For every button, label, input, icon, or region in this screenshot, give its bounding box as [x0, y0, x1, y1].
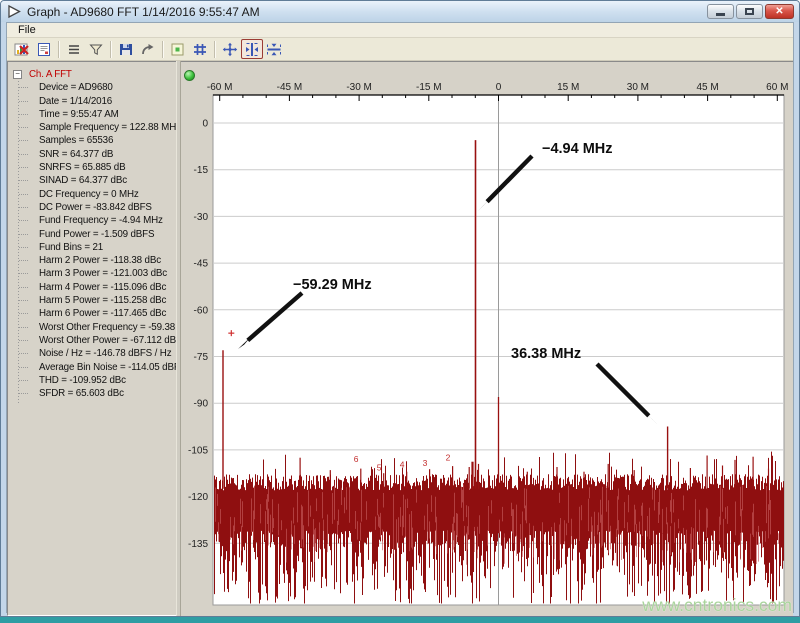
tree-item[interactable]: Samples = 65536	[8, 134, 176, 147]
svg-text:6: 6	[354, 454, 359, 464]
app-window: Graph - AD9680 FFT 1/14/2016 9:55:47 AM …	[0, 0, 800, 617]
minimize-icon	[716, 13, 725, 16]
collapse-icon[interactable]: −	[13, 70, 22, 79]
toolbar-button-grid-icon[interactable]	[189, 39, 211, 59]
toolbar-separator	[58, 41, 60, 58]
svg-text:-45: -45	[194, 259, 209, 270]
svg-text:0: 0	[496, 82, 502, 93]
toolbar	[7, 38, 793, 61]
svg-text:-15 M: -15 M	[416, 82, 442, 93]
tree-item[interactable]: Harm 6 Power = -117.465 dBc	[8, 307, 176, 320]
svg-text:-120: -120	[188, 492, 208, 503]
maximize-button[interactable]	[736, 4, 763, 19]
close-icon: ✕	[775, 6, 783, 17]
toolbar-separator	[214, 41, 216, 58]
tree-item[interactable]: Date = 1/14/2016	[8, 95, 176, 108]
tree-item[interactable]: Time = 9:55:47 AM	[8, 108, 176, 121]
svg-text:0: 0	[202, 119, 208, 130]
svg-text:3: 3	[423, 458, 428, 468]
svg-text:-30 M: -30 M	[346, 82, 372, 93]
toolbar-separator	[162, 41, 164, 58]
window-title: Graph - AD9680 FFT 1/14/2016 9:55:47 AM	[27, 5, 260, 19]
menu-bar: File	[7, 23, 793, 38]
tree-root-label: Ch. A FFT	[29, 69, 72, 80]
tree-item[interactable]: Harm 5 Power = -115.258 dBc	[8, 294, 176, 307]
tree-item[interactable]: Worst Other Frequency = -59.38 MHz	[8, 321, 176, 334]
svg-text:-75: -75	[194, 352, 209, 363]
svg-text:-30: -30	[194, 212, 209, 223]
status-led	[184, 70, 195, 81]
run-arrow-icon	[7, 4, 22, 19]
svg-text:36.38 MHz: 36.38 MHz	[511, 346, 581, 362]
minimize-button[interactable]	[707, 4, 734, 19]
tree-item[interactable]: THD = -109.952 dBc	[8, 374, 176, 387]
svg-text:30 M: 30 M	[627, 82, 649, 93]
svg-text:−59.29 MHz: −59.29 MHz	[293, 277, 372, 293]
toolbar-button-marker-icon[interactable]	[167, 39, 189, 59]
tree-item[interactable]: Noise / Hz = -146.78 dBFS / Hz	[8, 347, 176, 360]
tree-item[interactable]: Harm 2 Power = -118.38 dBc	[8, 254, 176, 267]
toolbar-button-save-icon[interactable]	[115, 39, 137, 59]
bottom-accent-strip	[0, 617, 800, 623]
toolbar-button-filter-icon[interactable]	[85, 39, 107, 59]
menu-file[interactable]: File	[14, 24, 40, 36]
tree-item[interactable]: Fund Frequency = -4.94 MHz	[8, 214, 176, 227]
svg-text:15 M: 15 M	[557, 82, 579, 93]
tree-item[interactable]: SINAD = 64.377 dBc	[8, 174, 176, 187]
maximize-icon	[745, 8, 754, 15]
svg-text:-60 M: -60 M	[207, 82, 233, 93]
measurements-panel: − Ch. A FFT Device = AD9680Date = 1/14/2…	[7, 61, 176, 616]
svg-text:-45 M: -45 M	[277, 82, 303, 93]
tree-item[interactable]: Harm 4 Power = -115.096 dBc	[8, 281, 176, 294]
tree-item[interactable]: Device = AD9680	[8, 81, 176, 94]
toolbar-button-center-icon[interactable]	[219, 39, 241, 59]
tree-item[interactable]: SNR = 64.377 dB	[8, 148, 176, 161]
toolbar-button-report-icon[interactable]	[33, 39, 55, 59]
tree-item[interactable]: DC Power = -83.842 dBFS	[8, 201, 176, 214]
svg-text:-135: -135	[188, 539, 208, 550]
toolbar-button-graph-close-icon[interactable]	[11, 39, 33, 59]
tree-item[interactable]: SFDR = 65.603 dBc	[8, 387, 176, 400]
toolbar-button-split-horizontal-icon[interactable]	[263, 39, 285, 59]
svg-text:5: 5	[377, 463, 382, 473]
svg-text:60 M: 60 M	[766, 82, 788, 93]
svg-text:-90: -90	[194, 399, 209, 410]
title-bar[interactable]: Graph - AD9680 FFT 1/14/2016 9:55:47 AM …	[1, 1, 799, 22]
tree-item[interactable]: Harm 3 Power = -121.003 dBc	[8, 267, 176, 280]
close-button[interactable]: ✕	[765, 4, 794, 19]
toolbar-button-list-icon[interactable]	[63, 39, 85, 59]
svg-text:2: 2	[446, 452, 451, 462]
svg-text:-60: -60	[194, 305, 209, 316]
tree-item[interactable]: SNRFS = 65.885 dB	[8, 161, 176, 174]
tree-item[interactable]: Sample Frequency = 122.88 MHz	[8, 121, 176, 134]
tree-item[interactable]: Fund Power = -1.509 dBFS	[8, 228, 176, 241]
svg-text:4: 4	[400, 459, 405, 469]
tree-item[interactable]: DC Frequency = 0 MHz	[8, 188, 176, 201]
svg-text:-105: -105	[188, 445, 208, 456]
svg-text:-15: -15	[194, 165, 209, 176]
tree-items: Device = AD9680Date = 1/14/2016Time = 9:…	[8, 81, 176, 400]
tree-item[interactable]: Fund Bins = 21	[8, 241, 176, 254]
plot-panel: -60 M -45 M -30 M -15 M 0 15 M 30 M 45 M 60 M 0 -1…	[181, 61, 793, 616]
tree-item[interactable]: Average Bin Noise = -114.05 dBFS	[8, 361, 176, 374]
fft-chart[interactable]: -60 M -45 M -30 M -15 M 0 15 M 30 M 45 M 60 M 0 -1…	[181, 62, 793, 617]
toolbar-separator	[110, 41, 112, 58]
tree-item[interactable]: Worst Other Power = -67.112 dBFS	[8, 334, 176, 347]
tree-root-channel-a-fft[interactable]: − Ch. A FFT	[8, 68, 176, 81]
watermark: www.cntronics.com	[642, 595, 792, 616]
svg-text:45 M: 45 M	[696, 82, 718, 93]
svg-text:−4.94 MHz: −4.94 MHz	[542, 141, 613, 157]
toolbar-button-split-vertical-icon[interactable]	[241, 39, 263, 59]
measurement-tree: − Ch. A FFT Device = AD9680Date = 1/14/2…	[8, 62, 176, 400]
toolbar-button-export-icon[interactable]	[137, 39, 159, 59]
